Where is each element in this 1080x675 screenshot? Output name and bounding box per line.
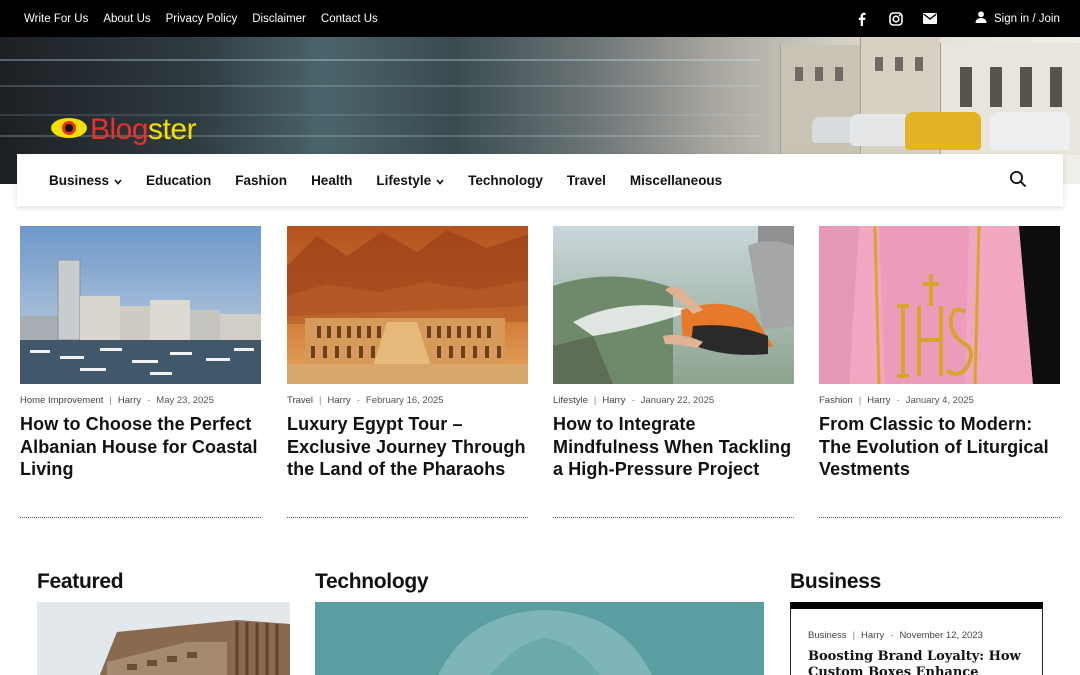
post-card[interactable]: Lifestyle | Harry - January 22, 2025 How… xyxy=(553,226,794,518)
main-nav: Business Education Fashion Health Lifestyle T… xyxy=(17,154,1063,206)
post-meta: Fashion | Harry - January 4, 2025 xyxy=(819,395,974,406)
top-link-write-for-us[interactable]: Write For Us xyxy=(24,13,88,25)
search-icon[interactable] xyxy=(1009,170,1029,190)
post-date: January 4, 2025 xyxy=(905,395,974,406)
nav-item-miscellaneous[interactable]: Miscellaneous xyxy=(630,173,722,188)
nav-item-label: Business xyxy=(49,172,110,188)
nav-item-label: Travel xyxy=(566,172,606,188)
eye-icon xyxy=(50,117,88,144)
top-link-about-us[interactable]: About Us xyxy=(103,13,150,25)
post-thumbnail-mindfulness[interactable] xyxy=(553,226,794,384)
section-title-technology: Technology xyxy=(315,570,429,593)
post-title[interactable]: Boosting Brand Loyalty: How Custom Boxes… xyxy=(808,649,1033,675)
post-title[interactable]: How to Choose the Perfect Albanian House… xyxy=(20,413,261,481)
site-logo[interactable]: Blogster xyxy=(50,113,197,147)
nav-item-fashion[interactable]: Fashion xyxy=(235,173,287,188)
nav-item-travel[interactable]: Travel xyxy=(567,173,606,188)
nav-item-health[interactable]: Health xyxy=(311,173,352,188)
nav-item-label: Education xyxy=(146,172,212,188)
nav-item-label: Health xyxy=(311,172,353,188)
mail-icon[interactable] xyxy=(923,13,937,24)
nav-items: Business Education Fashion Health Lifestyle T… xyxy=(49,154,746,206)
top-bar: Write For Us About Us Privacy Policy Dis… xyxy=(0,0,1080,37)
top-link-disclaimer[interactable]: Disclaimer xyxy=(252,13,306,25)
post-meta: Lifestyle | Harry - January 22, 2025 xyxy=(553,395,715,406)
post-card[interactable]: Travel | Harry - February 16, 2025 Luxur… xyxy=(287,226,528,518)
logo-text: Blogster xyxy=(90,113,197,146)
post-author[interactable]: Harry xyxy=(118,395,141,406)
business-post-card[interactable]: Business | Harry - November 12, 2023 Boo… xyxy=(790,602,1043,675)
post-author[interactable]: Harry xyxy=(328,395,351,406)
user-icon xyxy=(975,11,987,26)
nav-item-lifestyle[interactable]: Lifestyle xyxy=(376,173,444,188)
nav-item-education[interactable]: Education xyxy=(146,173,211,188)
social-links xyxy=(855,0,937,37)
chevron-down-icon xyxy=(436,173,444,188)
facebook-icon[interactable] xyxy=(855,12,869,26)
divider xyxy=(553,517,794,518)
post-thumbnail-egypt[interactable] xyxy=(287,226,528,384)
post-title[interactable]: Luxury Egypt Tour – Exclusive Journey Th… xyxy=(287,413,528,481)
nav-item-label: Miscellaneous xyxy=(629,172,723,188)
section-title-featured: Featured xyxy=(37,570,124,593)
sign-in-link[interactable]: Sign in / Join xyxy=(975,0,1060,37)
post-category[interactable]: Business xyxy=(808,630,847,641)
instagram-icon[interactable] xyxy=(889,11,903,26)
divider xyxy=(287,517,528,518)
section-title-business: Business xyxy=(790,570,881,593)
post-author[interactable]: Harry xyxy=(602,395,625,406)
post-thumbnail-coastal[interactable] xyxy=(20,226,261,384)
divider xyxy=(819,517,1060,518)
post-thumbnail-vestments[interactable] xyxy=(819,226,1060,384)
top-link-contact-us[interactable]: Contact Us xyxy=(321,13,378,25)
post-date: May 23, 2025 xyxy=(156,395,214,406)
sign-in-label: Sign in / Join xyxy=(994,12,1060,25)
post-meta: Business | Harry - November 12, 2023 xyxy=(808,630,983,641)
post-category[interactable]: Home Improvement xyxy=(20,395,103,406)
post-title[interactable]: From Classic to Modern: The Evolution of… xyxy=(819,413,1060,481)
divider xyxy=(20,517,261,518)
top-link-privacy-policy[interactable]: Privacy Policy xyxy=(166,13,238,25)
nav-item-technology[interactable]: Technology xyxy=(468,173,543,188)
post-title[interactable]: How to Integrate Mindfulness When Tackli… xyxy=(553,413,794,481)
post-category[interactable]: Lifestyle xyxy=(553,395,588,406)
post-author[interactable]: Harry xyxy=(867,395,890,406)
nav-item-label: Technology xyxy=(468,172,543,188)
post-meta: Travel | Harry - February 16, 2025 xyxy=(287,395,444,406)
nav-item-label: Fashion xyxy=(235,172,288,188)
chevron-down-icon xyxy=(114,173,122,188)
post-card[interactable]: Fashion | Harry - January 4, 2025 From C… xyxy=(819,226,1060,518)
post-date: February 16, 2025 xyxy=(365,395,444,406)
post-category[interactable]: Travel xyxy=(287,395,313,406)
post-date: November 12, 2023 xyxy=(899,630,983,641)
post-author[interactable]: Harry xyxy=(861,630,884,641)
nav-item-business[interactable]: Business xyxy=(49,173,122,188)
top-links: Write For Us About Us Privacy Policy Dis… xyxy=(24,0,378,37)
post-date: January 22, 2025 xyxy=(640,395,715,406)
featured-thumbnail[interactable] xyxy=(37,602,290,675)
post-category[interactable]: Fashion xyxy=(819,395,853,406)
post-card[interactable]: Home Improvement | Harry - May 23, 2025 … xyxy=(20,226,261,518)
post-meta: Home Improvement | Harry - May 23, 2025 xyxy=(20,395,214,406)
nav-item-label: Lifestyle xyxy=(376,172,432,188)
technology-thumbnail[interactable] xyxy=(315,602,764,675)
